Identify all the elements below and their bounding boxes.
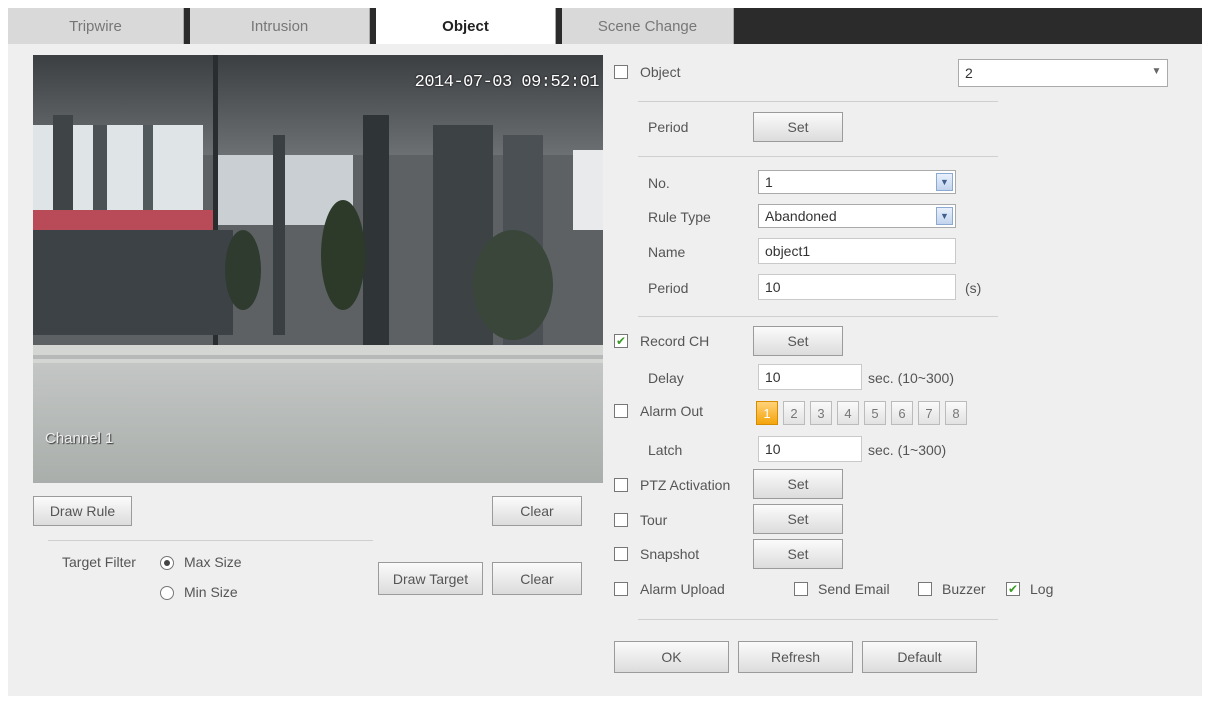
send-email-label: Send Email [818, 581, 890, 597]
divider [48, 540, 373, 541]
alarm-out-checkbox[interactable] [614, 404, 628, 418]
rule-type-value: Abandoned [765, 208, 837, 224]
ok-button[interactable]: OK [614, 641, 729, 673]
alarm-upload-checkbox[interactable] [614, 582, 628, 596]
ptz-activation-set-button[interactable]: Set [753, 469, 843, 499]
default-button[interactable]: Default [862, 641, 977, 673]
snapshot-label: Snapshot [640, 546, 700, 562]
rule-period-field[interactable]: 10 [758, 274, 956, 300]
tab-scene-change[interactable]: Scene Change [562, 8, 734, 44]
alarm-out-channel-6[interactable]: 6 [891, 401, 913, 425]
alarm-out-channel-3[interactable]: 3 [810, 401, 832, 425]
camera-scene-image [33, 55, 603, 483]
clear-target-button[interactable]: Clear [492, 562, 582, 595]
alarm-upload-label: Alarm Upload [640, 581, 725, 597]
chevron-down-icon: ▼ [936, 207, 953, 225]
alarm-out-label: Alarm Out [640, 403, 704, 419]
tab-intrusion[interactable]: Intrusion [190, 8, 370, 44]
object-enable-label: Object [640, 64, 681, 80]
delay-field[interactable]: 10 [758, 364, 862, 390]
object-enable-checkbox[interactable] [614, 65, 628, 79]
check-icon: ✔ [1007, 582, 1019, 596]
target-filter-label: Target Filter [62, 554, 136, 570]
video-timestamp: 2014-07-03 09:52:01 [414, 73, 600, 92]
buzzer-checkbox[interactable] [918, 582, 932, 596]
log-checkbox[interactable]: ✔ [1006, 582, 1020, 596]
tab-bar: Tripwire Intrusion Object Scene Change [8, 8, 1202, 44]
alarm-out-channel-4[interactable]: 4 [837, 401, 859, 425]
delay-label: Delay [648, 370, 684, 386]
tour-checkbox[interactable] [614, 513, 628, 527]
record-ch-set-button[interactable]: Set [753, 326, 843, 356]
latch-field[interactable]: 10 [758, 436, 862, 462]
divider [638, 316, 998, 317]
tour-set-button[interactable]: Set [753, 504, 843, 534]
rule-name-field[interactable]: object1 [758, 238, 956, 264]
object-select[interactable]: 2 ▼ [958, 59, 1168, 87]
rule-type-select[interactable]: Abandoned ▼ [758, 204, 956, 228]
delay-unit: sec. (10~300) [868, 370, 954, 386]
chevron-down-icon: ▼ [1151, 65, 1162, 77]
alarm-out-channel-5[interactable]: 5 [864, 401, 886, 425]
record-ch-label: Record CH [640, 333, 710, 349]
latch-label: Latch [648, 442, 683, 458]
log-label: Log [1030, 581, 1054, 597]
divider [638, 156, 998, 157]
tab-tripwire[interactable]: Tripwire [8, 8, 184, 44]
settings-panel: 2014-07-03 09:52:01 Channel 1 Draw Rule … [8, 44, 1202, 696]
chevron-down-icon: ▼ [936, 173, 953, 191]
refresh-button[interactable]: Refresh [738, 641, 853, 673]
draw-rule-button[interactable]: Draw Rule [33, 496, 132, 526]
video-channel-label: Channel 1 [45, 430, 114, 447]
period-set-button[interactable]: Set [753, 112, 843, 142]
rule-no-select[interactable]: 1 ▼ [758, 170, 956, 194]
video-preview[interactable]: 2014-07-03 09:52:01 Channel 1 [33, 55, 603, 483]
check-icon: ✔ [615, 334, 627, 348]
ptz-activation-checkbox[interactable] [614, 478, 628, 492]
rule-period-unit: (s) [965, 280, 982, 296]
max-size-radio[interactable] [160, 556, 174, 570]
clear-rule-button[interactable]: Clear [492, 496, 582, 526]
snapshot-set-button[interactable]: Set [753, 539, 843, 569]
period-top-label: Period [648, 119, 689, 135]
snapshot-checkbox[interactable] [614, 547, 628, 561]
object-select-value: 2 [965, 65, 973, 81]
send-email-checkbox[interactable] [794, 582, 808, 596]
rule-name-label: Name [648, 244, 686, 260]
record-ch-checkbox[interactable]: ✔ [614, 334, 628, 348]
alarm-out-channel-7[interactable]: 7 [918, 401, 940, 425]
ptz-activation-label: PTZ Activation [640, 477, 731, 493]
alarm-out-channel-8[interactable]: 8 [945, 401, 967, 425]
tab-object[interactable]: Object [376, 8, 556, 44]
min-size-radio[interactable] [160, 586, 174, 600]
rule-type-label: Rule Type [648, 209, 711, 225]
divider [638, 619, 998, 620]
latch-unit: sec. (1~300) [868, 442, 947, 458]
divider [638, 101, 998, 102]
rule-period-label: Period [648, 280, 689, 296]
alarm-out-channel-1[interactable]: 1 [756, 401, 778, 425]
rule-no-label: No. [648, 175, 670, 191]
tour-label: Tour [640, 512, 668, 528]
rule-no-value: 1 [765, 174, 773, 190]
draw-target-button[interactable]: Draw Target [378, 562, 483, 595]
alarm-out-channel-2[interactable]: 2 [783, 401, 805, 425]
min-size-label: Min Size [184, 584, 238, 600]
buzzer-label: Buzzer [942, 581, 986, 597]
max-size-label: Max Size [184, 554, 242, 570]
